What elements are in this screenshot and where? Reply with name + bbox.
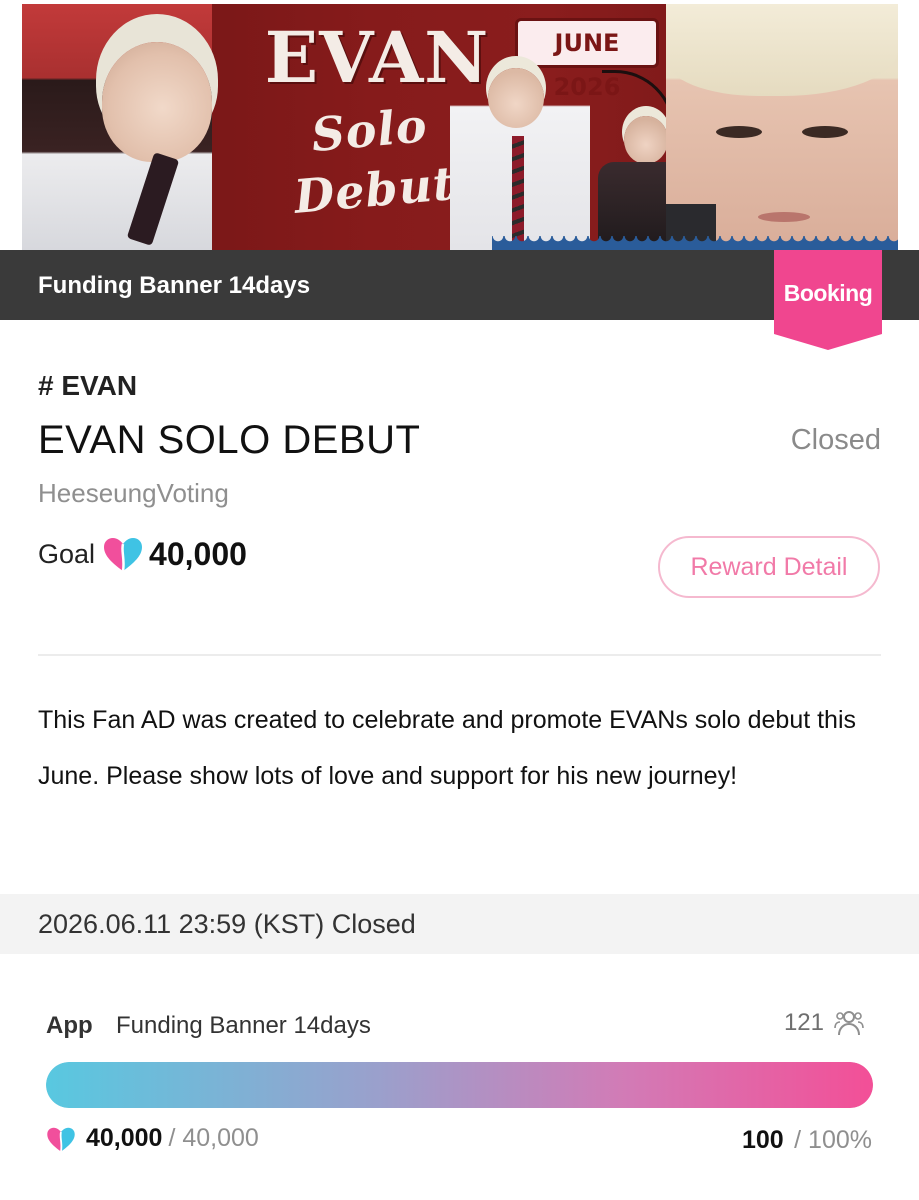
banner-portrait-eye: [802, 126, 848, 138]
banner-date-tag: JUNE 2026: [515, 18, 659, 101]
page-title: EVAN SOLO DEBUT: [38, 418, 421, 462]
banner-image: EVAN Solo Debut JUNE 2026: [0, 0, 919, 250]
people-icon: [834, 1011, 864, 1036]
goal-label: Goal: [38, 538, 96, 569]
divider: [38, 654, 881, 656]
heart-icon: [104, 538, 143, 572]
progress-bar-fill: [46, 1062, 873, 1108]
close-notice-text: 2026.06.11 23:59 (KST) Closed: [38, 909, 416, 939]
percent-achieved: 100: [741, 1126, 784, 1154]
close-notice-bar: 2026.06.11 23:59 (KST) Closed: [0, 894, 919, 954]
banner-portrait-right: [666, 4, 898, 250]
status-label: Closed: [790, 424, 881, 456]
funding-item-row: App Funding Banner 14days 121: [46, 1008, 872, 1048]
author-name[interactable]: HeeseungVoting: [38, 478, 229, 509]
amount-stats: 40,000 / 40,000: [46, 1124, 259, 1153]
goal-row: Goal 40,000: [38, 532, 247, 576]
header-title: Funding Banner 14days: [38, 272, 311, 299]
banner-figure-head: [624, 116, 668, 164]
banner-figure-tie: [512, 136, 524, 248]
participants-count: 121: [784, 1008, 864, 1038]
booking-badge[interactable]: Booking: [774, 250, 882, 350]
banner-artwork: EVAN Solo Debut JUNE 2026: [22, 4, 898, 250]
progress-bar: [46, 1062, 873, 1108]
banner-figure-left-face: [102, 42, 212, 162]
banner-ticket-edge: [492, 236, 898, 250]
booking-badge-label: Booking: [783, 280, 873, 306]
description-text: This Fan AD was created to celebrate and…: [38, 706, 857, 790]
banner-figure-left-shirt: [22, 154, 212, 250]
participants-number: 121: [783, 1009, 824, 1036]
banner-portrait-hair: [666, 4, 898, 96]
heart-icon: [47, 1127, 75, 1152]
goal-value: 40,000: [149, 535, 247, 572]
banner-portrait-mouth: [758, 212, 810, 222]
amount-raised: 40,000: [86, 1124, 163, 1152]
app-label: App: [46, 1012, 93, 1039]
percent-stats: 100 / 100%: [742, 1126, 872, 1155]
progress-stats: 40,000 / 40,000 100 / 100%: [46, 1124, 872, 1160]
reward-detail-button[interactable]: Reward Detail: [658, 536, 880, 598]
artist-hashtag[interactable]: # EVAN: [38, 370, 137, 402]
percent-total: / 100%: [794, 1126, 872, 1154]
banner-figure-head: [488, 68, 544, 128]
funding-item-name: Funding Banner 14days: [116, 1012, 371, 1039]
amount-goal: / 40,000: [168, 1124, 259, 1152]
banner-figure-standing: [450, 64, 590, 250]
banner-portrait-eye: [716, 126, 762, 138]
